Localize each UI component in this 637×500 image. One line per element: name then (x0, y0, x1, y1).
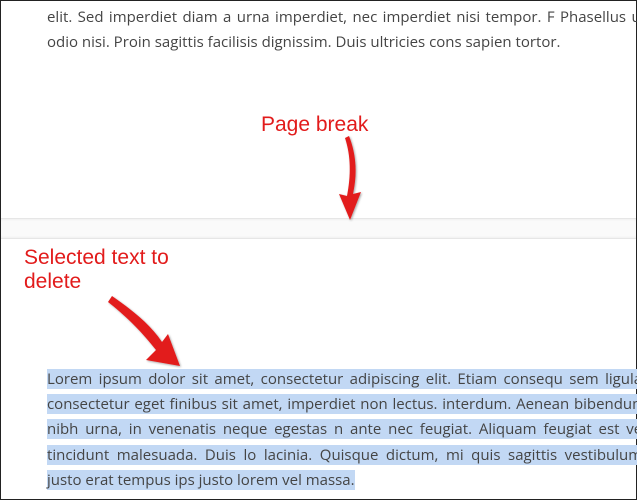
arrow-icon (331, 134, 371, 224)
page-break-divider (1, 218, 636, 239)
document-page: elit. Sed imperdiet diam a urna imperdie… (47, 1, 637, 55)
selection-highlight: Lorem ipsum dolor sit amet, consectetur … (47, 369, 637, 490)
annotation-label-selected-text: Selected text to delete (24, 246, 169, 294)
selected-text-block[interactable]: Lorem ipsum dolor sit amet, consectetur … (47, 367, 637, 493)
body-text-top: elit. Sed imperdiet diam a urna imperdie… (47, 5, 637, 55)
arrow-icon (106, 294, 196, 374)
